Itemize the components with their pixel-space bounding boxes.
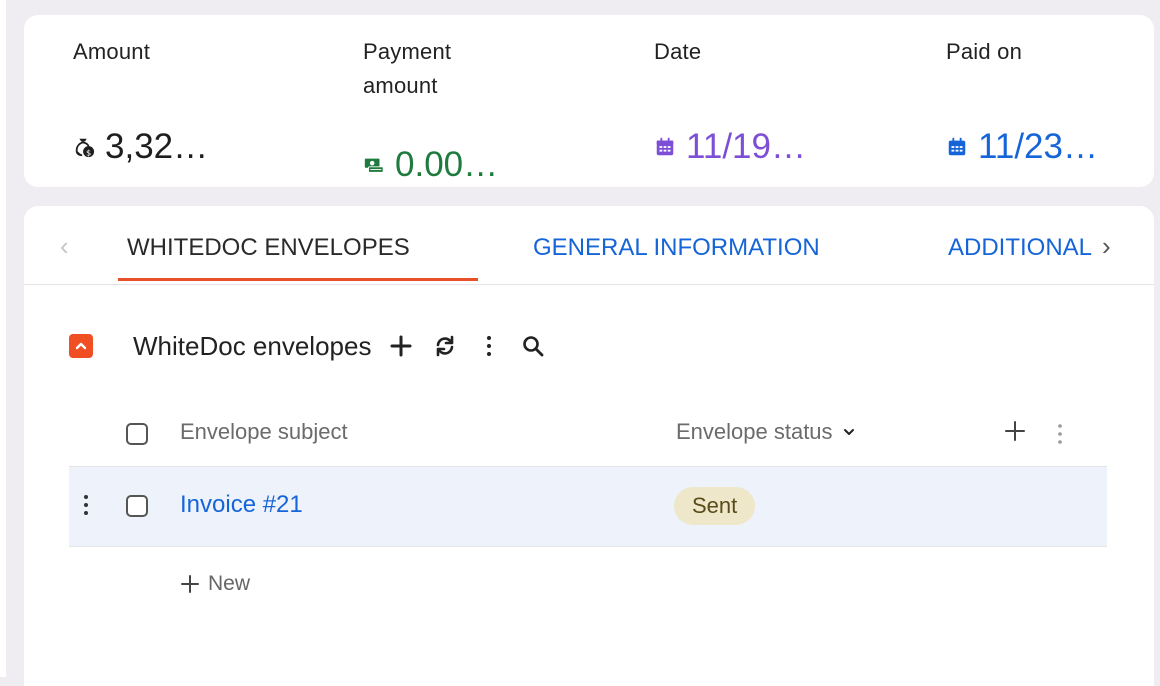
add-column-button[interactable] — [1004, 412, 1026, 450]
add-envelope-button[interactable] — [387, 332, 415, 360]
tab-additional[interactable]: ADDITIONAL — [948, 232, 1113, 264]
row-checkbox[interactable] — [126, 495, 148, 517]
plus-icon — [390, 335, 412, 357]
calendar-icon — [948, 137, 966, 156]
amount-value-wrap: $ 3,32… — [73, 127, 208, 167]
payment-amount-label-line2: amount — [363, 73, 438, 98]
plus-icon — [181, 575, 199, 593]
date-metric: Date 11/19… — [654, 35, 806, 166]
paid-on-label: Paid on — [946, 39, 1023, 64]
chevron-up-icon — [75, 342, 87, 350]
active-tab-indicator — [118, 278, 478, 281]
section-more-button[interactable] — [475, 332, 503, 360]
grid-options-button[interactable] — [1057, 414, 1063, 451]
svg-text:$: $ — [86, 147, 91, 157]
search-button[interactable] — [519, 332, 547, 360]
tab-bar: ‹ WHITEDOC ENVELOPES GENERAL INFORMATION… — [24, 206, 1154, 285]
section-header: WhiteDoc envelopes — [69, 326, 547, 366]
chevron-down-icon — [843, 429, 854, 435]
amount-value: 3,32… — [105, 127, 209, 166]
paid-on-metric: Paid on 11/23… — [946, 35, 1098, 166]
cash-stack-icon — [364, 158, 384, 173]
date-value-wrap: 11/19… — [654, 127, 806, 167]
tabs-scroll-right-button[interactable]: › — [1102, 230, 1111, 262]
grid-header: Envelope subject Envelope status — [69, 406, 1107, 467]
paid-on-value-wrap: 11/23… — [946, 127, 1098, 167]
payment-amount-label-line1: Payment — [363, 39, 452, 64]
new-record-label: New — [208, 572, 251, 595]
paid-on-value: 11/23… — [978, 127, 1098, 166]
payment-amount-metric: Payment amount 0.00… — [363, 35, 498, 184]
status-badge: Sent — [674, 487, 756, 525]
plus-icon — [1005, 421, 1025, 441]
money-bag-icon: $ — [75, 138, 95, 157]
row-actions-button[interactable] — [83, 493, 89, 522]
amount-label: Amount — [73, 39, 151, 64]
column-envelope-status-label: Envelope status — [676, 419, 833, 444]
date-label: Date — [654, 39, 702, 64]
search-icon — [523, 336, 544, 357]
tab-whitedoc-envelopes[interactable]: WHITEDOC ENVELOPES — [127, 232, 410, 264]
amount-metric: Amount $ 3,32… — [73, 35, 208, 166]
new-record-button[interactable]: New — [180, 572, 250, 596]
calendar-icon — [656, 137, 674, 156]
more-vertical-icon — [84, 495, 88, 515]
collapse-section-button[interactable] — [69, 334, 93, 358]
tabs-scroll-left-button[interactable]: ‹ — [60, 230, 69, 262]
envelope-subject-link[interactable]: Invoice #21 — [180, 491, 303, 519]
more-vertical-icon — [1058, 424, 1062, 444]
tab-general-information[interactable]: GENERAL INFORMATION — [533, 232, 820, 264]
left-edge — [0, 0, 6, 677]
more-vertical-icon — [487, 336, 492, 356]
column-envelope-subject[interactable]: Envelope subject — [180, 419, 348, 445]
select-all-checkbox[interactable] — [126, 423, 148, 445]
payment-amount-value-wrap: 0.00… — [363, 145, 498, 185]
date-value: 11/19… — [686, 127, 806, 166]
table-row[interactable]: Invoice #21 Sent — [69, 467, 1107, 547]
refresh-button[interactable] — [431, 332, 459, 360]
summary-card: Amount $ 3,32… Payment amount 0.00… Date… — [24, 15, 1154, 187]
column-envelope-status[interactable]: Envelope status — [676, 419, 855, 445]
section-title: WhiteDoc envelopes — [133, 330, 372, 361]
refresh-icon — [437, 335, 454, 357]
details-card: ‹ WHITEDOC ENVELOPES GENERAL INFORMATION… — [24, 206, 1154, 686]
payment-amount-value: 0.00… — [395, 145, 499, 184]
